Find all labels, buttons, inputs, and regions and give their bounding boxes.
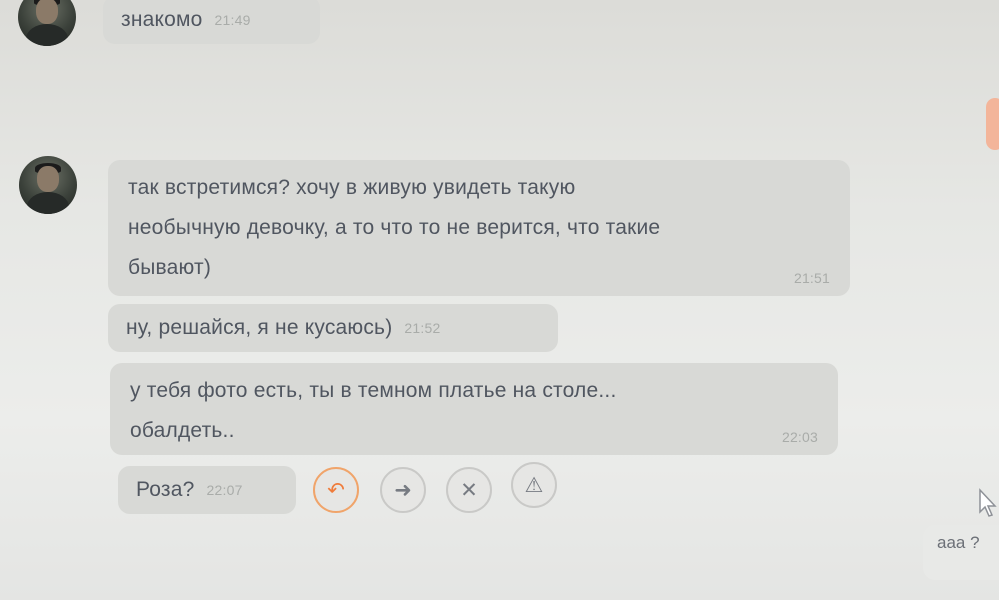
report-icon: ⚠ xyxy=(524,473,544,497)
message-bubble: Роза? 22:07 xyxy=(118,466,296,514)
contact-avatar[interactable] xyxy=(19,156,77,214)
outgoing-message-bubble: ааа ? xyxy=(923,525,999,580)
delete-icon: ✕ xyxy=(460,478,478,502)
message-time: 21:49 xyxy=(214,12,251,28)
contact-avatar[interactable] xyxy=(18,0,76,46)
message-text: знакомо xyxy=(121,8,203,31)
message-text: Роза? xyxy=(136,478,195,501)
message-text: так встретимся? хочу в живую увидеть так… xyxy=(128,176,661,279)
message-time: 22:03 xyxy=(781,429,818,445)
message-bubble: знакомо 21:49 xyxy=(103,0,320,44)
cursor-icon xyxy=(979,488,997,517)
message-time: 22:07 xyxy=(206,482,243,498)
message-time: 21:52 xyxy=(404,320,441,336)
message-bubble: так встретимся? хочу в живую увидеть так… xyxy=(108,160,850,296)
unread-indicator xyxy=(986,98,999,150)
message-bubble: у тебя фото есть, ты в темном платье на … xyxy=(110,363,838,455)
outgoing-message-text: ааа ? xyxy=(937,533,980,552)
delete-button[interactable]: ✕ xyxy=(446,467,492,513)
message-bubble: ну, решайся, я не кусаюсь) 21:52 xyxy=(108,304,558,352)
message-text: ну, решайся, я не кусаюсь) xyxy=(126,316,393,339)
message-time: 21:51 xyxy=(793,270,830,286)
reply-button[interactable]: ↶ xyxy=(313,467,359,513)
forward-button[interactable]: ➜ xyxy=(380,467,426,513)
report-button[interactable]: ⚠ xyxy=(511,462,557,508)
forward-icon: ➜ xyxy=(394,478,412,502)
chat-panel: знакомо 21:49 так встретимся? хочу в жив… xyxy=(0,0,999,600)
message-text: у тебя фото есть, ты в темном платье на … xyxy=(130,379,617,442)
reply-icon: ↶ xyxy=(327,478,345,502)
